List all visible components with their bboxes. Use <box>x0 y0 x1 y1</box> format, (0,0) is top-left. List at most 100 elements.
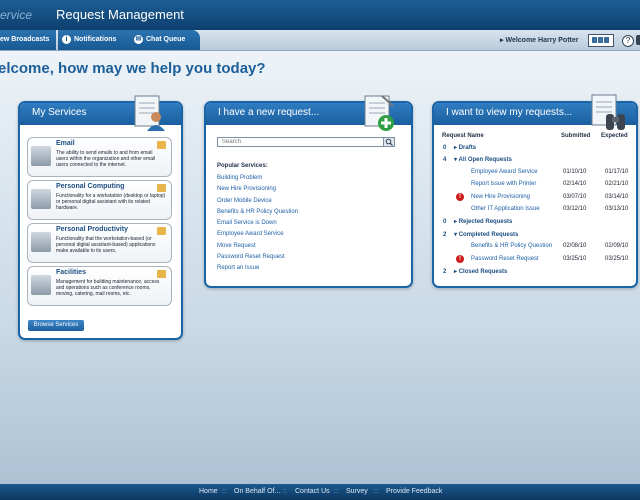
footer-link-on-behalf[interactable]: On Behalf Of... <box>234 488 280 495</box>
title-bar: ervice Request Management <box>0 0 640 30</box>
section-drafts[interactable]: 0 ▸ Drafts <box>443 144 476 151</box>
request-row-submitted: 02/14/10 <box>563 181 587 187</box>
binoculars-icon <box>591 94 625 130</box>
popular-link[interactable]: Password Reset Request <box>217 254 285 260</box>
section-count: 0 <box>443 145 447 151</box>
request-row-submitted: 02/08/10 <box>563 243 587 249</box>
alert-icon: ! <box>456 255 464 263</box>
request-icon[interactable] <box>157 270 166 278</box>
section-open[interactable]: 4 ▾ All Open Requests <box>443 156 512 163</box>
popular-link[interactable]: Employee Award Service <box>217 231 284 237</box>
browse-services-button[interactable]: Browse Services <box>28 320 84 331</box>
request-row-name[interactable]: Other IT Application Issue <box>471 206 540 212</box>
service-name: Facilities <box>56 269 86 276</box>
search-input[interactable] <box>217 137 395 147</box>
footer-separator: :: <box>374 488 378 495</box>
request-row-submitted: 03/07/10 <box>563 194 587 200</box>
grid-icon-cell <box>598 37 603 43</box>
request-icon[interactable] <box>157 227 166 235</box>
section-count: 4 <box>443 157 447 163</box>
popular-link[interactable]: Report an Issue <box>217 265 259 271</box>
section-closed[interactable]: 2 ▸ Closed Requests <box>443 268 507 275</box>
settings-icon[interactable] <box>636 35 640 45</box>
service-card-personal-productivity[interactable]: Personal Productivity Functionality that… <box>27 223 172 263</box>
service-description: Management for building maintenance, acc… <box>56 279 160 297</box>
help-button[interactable]: ? <box>622 35 634 47</box>
envelope-icon <box>31 146 51 166</box>
collapse-icon[interactable]: ▾ <box>454 157 457 163</box>
footer-link-home[interactable]: Home <box>199 488 218 495</box>
welcome-user-label: Welcome Harry Potter <box>505 37 579 44</box>
service-card-facilities[interactable]: Facilities Management for building maint… <box>27 266 172 306</box>
tab-notifications-label: Notifications <box>74 36 117 43</box>
footer-separator: :: <box>222 488 226 495</box>
popular-link[interactable]: Building Problem <box>217 175 262 181</box>
section-label: Rejected Requests <box>458 219 513 225</box>
column-header-submitted: Submitted <box>561 133 591 139</box>
service-description: The ability to send emails to and from e… <box>56 150 156 168</box>
collapse-icon[interactable]: ▾ <box>454 232 457 238</box>
request-row-expected: 02/21/10 <box>605 181 629 187</box>
column-header-name: Request Name <box>442 133 484 139</box>
service-description: Functionality that the workstation-based… <box>56 236 156 254</box>
section-rejected[interactable]: 0 ▸ Rejected Requests <box>443 218 512 225</box>
footer-separator: :: <box>334 488 338 495</box>
computer-icon <box>31 189 51 209</box>
request-row-submitted: 01/10/10 <box>563 169 587 175</box>
request-row-name[interactable]: New Hire Provisioning <box>471 194 530 200</box>
request-row-expected: 03/13/10 <box>605 206 629 212</box>
footer-link-feedback[interactable]: Provide Feedback <box>386 488 442 495</box>
popular-link[interactable]: Move Request <box>217 243 256 249</box>
layout-toggle-button[interactable] <box>588 34 614 47</box>
request-row-expected: 01/17/10 <box>605 169 629 175</box>
request-row-name[interactable]: Report issue with Printer <box>471 181 536 187</box>
expand-icon[interactable]: ▸ <box>454 145 457 151</box>
nav-bar: ew Broadcasts i Notifications ✉ Chat Queue… <box>0 30 640 51</box>
popular-link[interactable]: Email Service is Down <box>217 220 277 226</box>
welcome-user: ▸ Welcome Harry Potter <box>500 37 579 44</box>
section-count: 0 <box>443 219 447 225</box>
service-name: Personal Productivity <box>56 226 128 233</box>
footer-link-contact[interactable]: Contact Us <box>295 488 330 495</box>
tab-chat-queue[interactable]: ✉ Chat Queue <box>130 30 200 50</box>
popular-link[interactable]: New Hire Provisioning <box>217 186 276 192</box>
page-title: elcome, how may we help you today? <box>0 60 266 77</box>
request-icon[interactable] <box>157 141 166 149</box>
info-icon: i <box>62 35 71 44</box>
service-description: Functionality for a workstation (desktop… <box>56 193 166 211</box>
grid-icon-cell <box>604 37 609 43</box>
service-name: Personal Computing <box>56 183 125 190</box>
footer: Home :: On Behalf Of... :: Contact Us ::… <box>0 484 640 500</box>
tab-chat-queue-label: Chat Queue <box>146 36 186 43</box>
section-label: Drafts <box>458 145 477 151</box>
request-row-submitted: 03/12/10 <box>563 206 587 212</box>
app-title: Request Management <box>56 7 184 22</box>
expand-icon[interactable]: ▸ <box>454 269 457 275</box>
service-name: Email <box>56 140 75 147</box>
chat-icon: ✉ <box>134 35 143 44</box>
section-label: All Open Requests <box>458 157 512 163</box>
popular-link[interactable]: Order Mobile Device <box>217 198 272 204</box>
service-card-email[interactable]: Email The ability to send emails to and … <box>27 137 172 177</box>
column-header-expected: Expected <box>601 133 628 139</box>
request-row-name[interactable]: Benefits & HR Policy Question <box>471 243 552 249</box>
tab-broadcasts[interactable]: ew Broadcasts <box>0 30 56 50</box>
tab-notifications[interactable]: i Notifications <box>58 30 132 50</box>
request-row-name[interactable]: Employee Award Service <box>471 169 538 175</box>
tab-broadcasts-label: ew Broadcasts <box>0 36 50 43</box>
footer-link-survey[interactable]: Survey <box>346 488 368 495</box>
grid-icon <box>592 37 597 43</box>
expand-icon[interactable]: ▸ <box>454 219 457 225</box>
request-row-name[interactable]: Password Reset Request <box>471 256 539 262</box>
alert-icon: ! <box>456 193 464 201</box>
popular-link[interactable]: Benefits & HR Policy Question <box>217 209 298 215</box>
service-card-personal-computing[interactable]: Personal Computing Functionality for a w… <box>27 180 172 220</box>
popular-services-title: Popular Services: <box>217 163 268 169</box>
section-count: 2 <box>443 269 447 275</box>
section-label: Completed Requests <box>458 232 519 238</box>
request-icon[interactable] <box>157 184 166 192</box>
search-icon[interactable] <box>383 137 395 147</box>
user-document-icon <box>134 95 165 131</box>
section-completed[interactable]: 2 ▾ Completed Requests <box>443 231 518 238</box>
building-icon <box>31 275 51 295</box>
